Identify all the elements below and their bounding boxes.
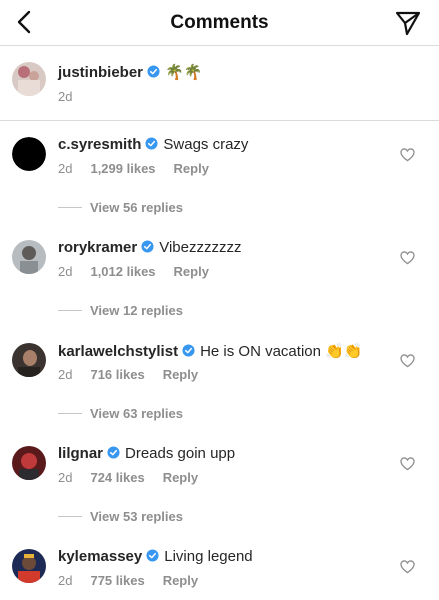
avatar[interactable] — [12, 240, 46, 274]
avatar[interactable] — [12, 62, 46, 96]
comment-line: c.syresmith Swags crazy — [58, 136, 248, 153]
view-replies-label: View 63 replies — [90, 406, 183, 421]
timestamp: 2d — [58, 89, 73, 104]
comment-text: 🌴🌴 — [165, 64, 203, 81]
comment-line: kylemassey Living legend — [58, 548, 253, 565]
view-replies-label: View 12 replies — [90, 303, 183, 318]
reply-button[interactable]: Reply — [163, 470, 198, 485]
username[interactable]: rorykramer — [58, 239, 137, 256]
username[interactable]: lilgnar — [58, 445, 103, 462]
view-replies-button[interactable]: View 63 replies — [58, 406, 183, 421]
reply-button[interactable]: Reply — [174, 264, 209, 279]
timestamp: 2d — [58, 573, 73, 588]
like-count[interactable]: 1,012 likes — [90, 264, 155, 279]
post-caption: justinbieber 🌴🌴 2d — [0, 47, 439, 121]
divider-line — [58, 207, 82, 208]
heart-icon[interactable] — [400, 560, 415, 574]
username[interactable]: kylemassey — [58, 548, 142, 565]
timestamp: 2d — [58, 161, 73, 176]
comment-line: rorykramer Vibezzzzzzz — [58, 239, 241, 256]
reply-button[interactable]: Reply — [163, 573, 198, 588]
divider-line — [58, 310, 82, 311]
caption-line: justinbieber 🌴🌴 — [58, 63, 202, 81]
timestamp: 2d — [58, 264, 73, 279]
timestamp: 2d — [58, 367, 73, 382]
view-replies-button[interactable]: View 56 replies — [58, 200, 183, 215]
comment-meta: 2d 1,299 likes Reply — [58, 161, 227, 176]
avatar[interactable] — [12, 137, 46, 171]
comment-meta: 2d 1,012 likes Reply — [58, 264, 227, 279]
heart-icon[interactable] — [400, 457, 415, 471]
view-replies-button[interactable]: View 53 replies — [58, 509, 183, 524]
view-replies-label: View 56 replies — [90, 200, 183, 215]
like-count[interactable]: 775 likes — [90, 573, 144, 588]
avatar[interactable] — [12, 549, 46, 583]
comment-meta: 2d — [58, 89, 90, 104]
heart-icon[interactable] — [400, 251, 415, 265]
comment-text: Living legend — [164, 548, 253, 565]
view-replies-label: View 53 replies — [90, 509, 183, 524]
avatar[interactable] — [12, 446, 46, 480]
like-count[interactable]: 1,299 likes — [90, 161, 155, 176]
like-count[interactable]: 716 likes — [90, 367, 144, 382]
comment-line: karlawelchstylist He is ON vacation 👏👏 — [58, 342, 362, 360]
divider-line — [58, 413, 82, 414]
comment-meta: 2d 724 likes Reply — [58, 470, 216, 485]
heart-icon[interactable] — [400, 354, 415, 368]
username[interactable]: c.syresmith — [58, 136, 141, 153]
comment-text: Vibezzzzzzz — [159, 239, 242, 256]
header-bar: Comments — [0, 0, 439, 46]
comment-meta: 2d 775 likes Reply — [58, 573, 216, 588]
verified-badge-icon — [146, 549, 159, 562]
username[interactable]: karlawelchstylist — [58, 343, 178, 360]
comment-line: lilgnar Dreads goin upp — [58, 445, 235, 462]
verified-badge-icon — [141, 240, 154, 253]
send-icon[interactable] — [395, 10, 421, 36]
comment-text: Swags crazy — [163, 136, 249, 153]
reply-button[interactable]: Reply — [163, 367, 198, 382]
timestamp: 2d — [58, 470, 73, 485]
comment-meta: 2d 716 likes Reply — [58, 367, 216, 382]
reply-button[interactable]: Reply — [174, 161, 209, 176]
verified-badge-icon — [107, 446, 120, 459]
username[interactable]: justinbieber — [58, 64, 143, 81]
verified-badge-icon — [147, 65, 160, 78]
verified-badge-icon — [182, 344, 195, 357]
comments-screen: Comments justinbieber 🌴🌴 2d c.syresmith … — [0, 0, 439, 600]
heart-icon[interactable] — [400, 148, 415, 162]
verified-badge-icon — [145, 137, 158, 150]
view-replies-button[interactable]: View 12 replies — [58, 303, 183, 318]
like-count[interactable]: 724 likes — [90, 470, 144, 485]
page-title: Comments — [170, 12, 269, 33]
divider-line — [58, 516, 82, 517]
avatar[interactable] — [12, 343, 46, 377]
comment-text: Dreads goin upp — [125, 445, 236, 462]
comment-text: He is ON vacation 👏👏 — [200, 343, 363, 360]
